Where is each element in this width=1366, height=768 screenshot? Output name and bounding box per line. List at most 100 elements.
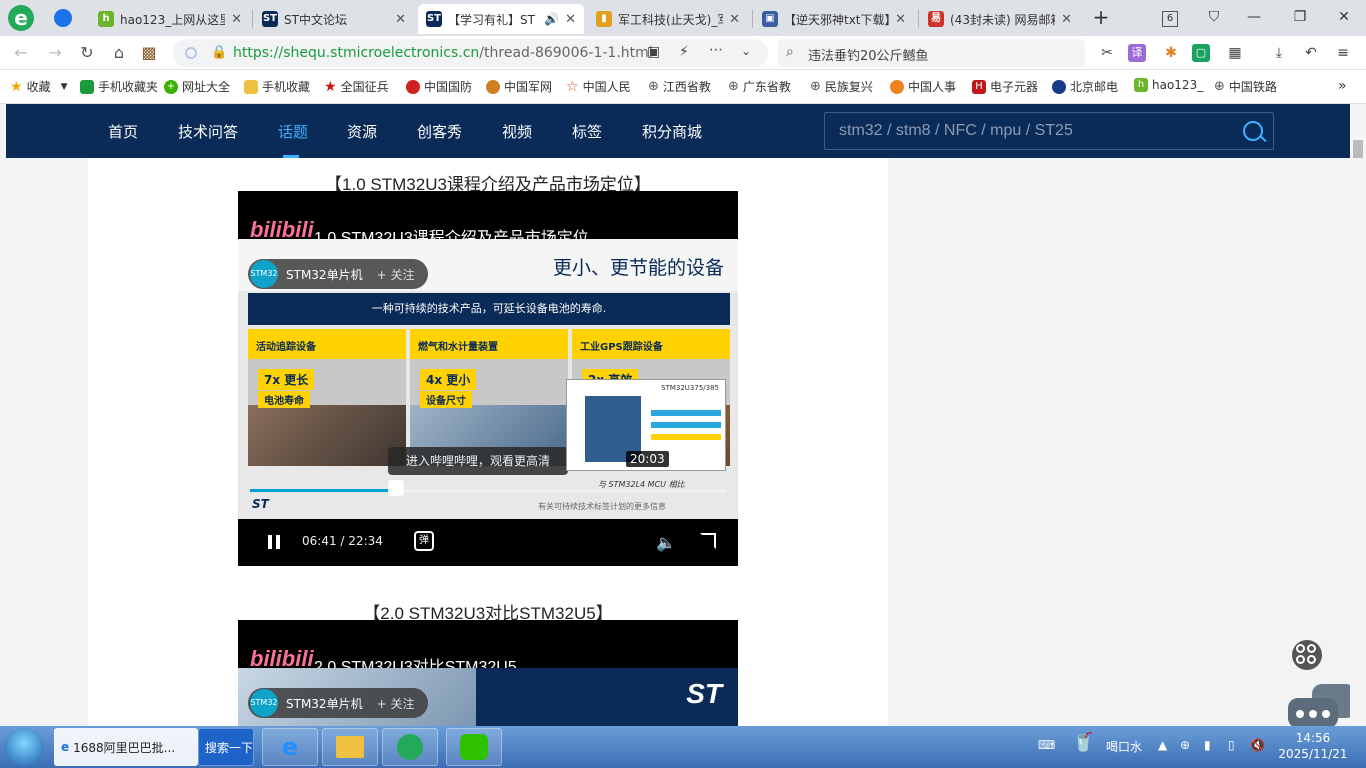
channel-badge[interactable]: STM32 STM32单片机 + 关注 — [248, 259, 429, 289]
bookmark-item[interactable]: + 网址大全 — [164, 78, 230, 95]
bookmark-item[interactable]: 中国国防 — [406, 78, 472, 95]
menu-icon[interactable]: ≡ — [1332, 42, 1354, 64]
taskbar-ie[interactable]: e — [262, 728, 318, 766]
video1-player[interactable]: bilibili 1.0 STM32U3课程介绍及产品市场定位 更小、更节能的设… — [238, 191, 738, 566]
taskbar-wechat[interactable] — [446, 728, 502, 766]
tray-expand-icon[interactable]: ▲ — [1158, 738, 1167, 752]
video1-frame[interactable]: 更小、更节能的设备 STM32 STM32单片机 + 关注 一种可持续的技术产品… — [238, 239, 738, 519]
nav-points-mall[interactable]: 积分商城 — [642, 121, 702, 142]
shirt-icon[interactable]: ⛉ — [1200, 4, 1228, 30]
page-scrollbar[interactable] — [1350, 104, 1366, 726]
close-icon[interactable]: ✕ — [1061, 12, 1072, 27]
download-icon[interactable]: ⤓ — [1268, 42, 1290, 64]
forward-icon[interactable]: → — [44, 42, 66, 64]
taskbar-item-browser[interactable]: e 1688阿里巴巴批... — [54, 728, 198, 766]
tab-hao123[interactable]: h hao123_上网从这里 ✕ — [90, 4, 250, 34]
telegram-icon[interactable] — [54, 9, 72, 27]
network-icon[interactable]: ▮ — [1204, 738, 1211, 752]
device-icon[interactable]: ▯ — [1228, 738, 1235, 752]
bookmark-item[interactable]: ☆ 中国人民 — [566, 78, 631, 95]
danmaku-toggle-button[interactable]: 弹 — [414, 531, 434, 551]
bookmark-favorites[interactable]: ★ 收藏 ▼ — [10, 78, 68, 95]
bookmark-item[interactable]: ⊕ 中国铁路 — [1214, 78, 1277, 95]
bookmark-item[interactable]: ⊕ 江西省教 — [648, 78, 711, 95]
nav-maker[interactable]: 创客秀 — [417, 121, 462, 142]
bookmark-item[interactable]: 北京邮电 — [1052, 78, 1118, 95]
minimize-button[interactable]: — — [1240, 4, 1268, 30]
taskbar-explorer[interactable] — [322, 728, 378, 766]
tab-active[interactable]: ST 【学习有礼】ST 🔊 ✕ — [418, 4, 584, 34]
channel-name[interactable]: STM32单片机 — [286, 695, 363, 712]
nav-home[interactable]: 首页 — [108, 121, 138, 142]
follow-button[interactable]: + 关注 — [377, 266, 415, 283]
url-bar[interactable]: 🔒 https://shequ.stmicroelectronics.cn/th… — [173, 39, 768, 67]
nav-resources[interactable]: 资源 — [347, 121, 377, 142]
site-search-input[interactable]: stm32 / stm8 / NFC / mpu / ST25 — [824, 112, 1274, 150]
pause-icon[interactable] — [268, 535, 280, 549]
chat-bubble-icon[interactable] — [1288, 684, 1350, 726]
bookmark-item[interactable]: ★ 全国征兵 — [324, 78, 389, 95]
fullscreen-icon[interactable] — [700, 533, 716, 549]
undo-icon[interactable]: ↶ — [1300, 42, 1322, 64]
bookmark-item[interactable]: h hao123_ — [1134, 78, 1203, 92]
scissors-icon[interactable]: ✂ — [1096, 42, 1118, 64]
back-icon[interactable]: ← — [10, 42, 32, 64]
avatar[interactable]: STM32 — [250, 260, 278, 288]
close-icon[interactable]: ✕ — [565, 12, 576, 27]
close-icon[interactable]: ✕ — [231, 12, 242, 27]
bookmark-item[interactable]: 手机收藏 — [244, 78, 310, 95]
channel-name[interactable]: STM32单片机 — [286, 266, 363, 283]
close-icon[interactable]: ✕ — [395, 12, 406, 27]
nav-topics[interactable]: 话题 — [278, 121, 308, 142]
volume-icon[interactable]: 🔇 — [1250, 738, 1265, 752]
chevron-down-icon[interactable]: ⌄ — [741, 44, 751, 58]
nav-tech-qa[interactable]: 技术问答 — [178, 121, 238, 142]
tab-novel[interactable]: ▣ 【逆天邪神txt下载】 ✕ — [754, 4, 914, 34]
hao-icon[interactable]: ⊕ — [1180, 738, 1190, 752]
nav-tags[interactable]: 标签 — [572, 121, 602, 142]
bookmark-item[interactable]: 中国军网 — [486, 78, 552, 95]
tray-text[interactable]: 喝口水 — [1106, 738, 1142, 755]
site-info-icon[interactable] — [185, 47, 197, 59]
video2-frame[interactable]: ST STM32 STM32单片机 + 关注 — [238, 668, 738, 726]
new-tab-button[interactable]: + — [1087, 4, 1115, 30]
apps-grid-icon[interactable]: ▦ — [1224, 42, 1246, 64]
chevron-down-icon[interactable]: ▼ — [61, 82, 68, 92]
keyboard-icon[interactable]: ⌨ — [1038, 738, 1055, 752]
bookmark-item[interactable]: ⊕ 民族复兴 — [810, 78, 873, 95]
start-button[interactable] — [4, 728, 44, 766]
game-icon[interactable]: ✱ — [1160, 42, 1182, 64]
close-icon[interactable]: ✕ — [729, 12, 740, 27]
volume-icon[interactable]: 🔈 — [656, 533, 676, 552]
bookmark-item[interactable]: 中国人事 — [890, 78, 956, 95]
search-input[interactable]: ⌕ 违法垂钓20公斤鳡鱼 — [778, 39, 1085, 67]
translate-icon[interactable]: 译 — [1128, 44, 1146, 62]
follow-button[interactable]: + 关注 — [377, 695, 415, 712]
tab-mail[interactable]: 易 (43封未读) 网易邮箱 ✕ — [920, 4, 1080, 34]
lightning-icon[interactable]: ⚡ — [679, 44, 689, 60]
search-icon[interactable] — [1243, 121, 1263, 141]
video2-player[interactable]: bilibili 2.0 STM32U3对比STM32U5 ST STM32 S… — [238, 620, 738, 726]
browser-logo-icon[interactable]: e — [8, 5, 34, 31]
channel-badge[interactable]: STM32 STM32单片机 + 关注 — [248, 688, 429, 718]
nav-video[interactable]: 视频 — [502, 121, 532, 142]
bookmark-item[interactable]: H 电子元器 — [972, 78, 1038, 95]
notes-icon[interactable]: ▢ — [1192, 44, 1210, 62]
avatar[interactable]: STM32 — [250, 689, 278, 717]
system-clock[interactable]: 14:56 2025/11/21 — [1268, 730, 1358, 762]
tab-military[interactable]: ▮ 军工科技(止天戈)_军 ✕ — [588, 4, 748, 34]
tab-st-forum[interactable]: ST ST中文论坛 ✕ — [254, 4, 414, 34]
reload-icon[interactable]: ↻ — [76, 42, 98, 64]
open-bilibili-hint[interactable]: 进入哔哩哔哩，观看更高清 — [388, 447, 568, 475]
more-icon[interactable]: ⋯ — [709, 42, 723, 58]
bookmark-item[interactable]: 手机收藏夹 — [80, 78, 158, 95]
scroll-thumb[interactable] — [1353, 140, 1363, 158]
taskbar-search-button[interactable]: 搜索一下 — [198, 728, 254, 766]
close-window-button[interactable]: ✕ — [1330, 4, 1358, 30]
maximize-button[interactable]: ❐ — [1286, 4, 1314, 30]
apps-float-button[interactable] — [1292, 640, 1322, 670]
briefcase-icon[interactable]: ▩ — [138, 42, 160, 64]
more-bookmarks-icon[interactable]: » — [1338, 78, 1347, 94]
speaker-icon[interactable]: 🔊 — [544, 12, 559, 26]
tab-count-button[interactable]: 6 — [1156, 4, 1184, 30]
